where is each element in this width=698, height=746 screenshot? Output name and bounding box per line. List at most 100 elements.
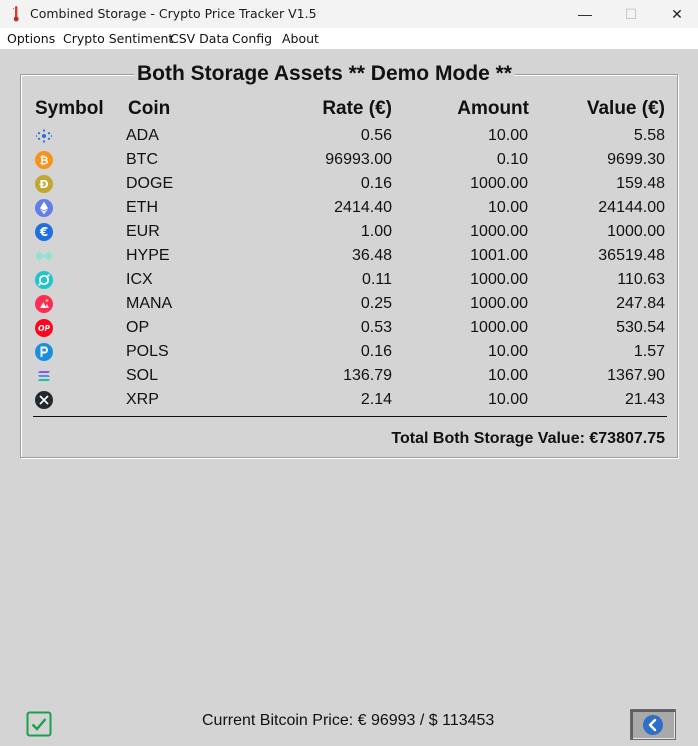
coin-value: 36519.48: [598, 247, 665, 264]
header-symbol: Symbol: [35, 98, 104, 119]
euro-icon: €: [35, 223, 53, 241]
maximize-icon: ☐: [624, 5, 638, 22]
coin-name: EUR: [126, 223, 160, 240]
table-row: ₿ BTC 96993.00 0.10 9699.30: [0, 148, 698, 172]
coin-value: 21.43: [624, 391, 665, 408]
coin-name: MANA: [126, 295, 173, 312]
coin-value: 159.48: [616, 175, 665, 192]
coin-amount: 1001.00: [470, 247, 528, 264]
coin-amount: 10.00: [487, 391, 528, 408]
coin-value: 24144.00: [598, 199, 665, 216]
coin-value: 247.84: [616, 295, 665, 312]
table-divider: [33, 416, 667, 417]
menu-crypto-sentiment[interactable]: Crypto Sentiment: [63, 31, 173, 46]
coin-rate: 36.48: [351, 247, 392, 264]
minimize-button[interactable]: —: [562, 0, 608, 28]
coin-rate: 0.11: [362, 271, 392, 288]
table-row: HYPE 36.48 1001.00 36519.48: [0, 244, 698, 268]
coin-value: 9699.30: [607, 151, 665, 168]
icon-icx-icon: [35, 271, 53, 289]
bitcoin-icon: ₿: [35, 151, 53, 169]
coin-value: 1000.00: [607, 223, 665, 240]
table-row: ADA 0.56 10.00 5.58: [0, 124, 698, 148]
title-bar: Combined Storage - Crypto Price Tracker …: [0, 0, 698, 28]
coin-amount: 1000.00: [470, 319, 528, 336]
frame-title: Both Storage Assets ** Demo Mode **: [134, 62, 515, 86]
maximize-button: ☐: [608, 0, 654, 28]
coin-rate: 0.25: [360, 295, 392, 312]
coin-name: ICX: [126, 271, 153, 288]
table-row: Đ DOGE 0.16 1000.00 159.48: [0, 172, 698, 196]
coin-value: 110.63: [617, 271, 665, 288]
coin-amount: 10.00: [487, 367, 528, 384]
bitcoin-price-status: Current Bitcoin Price: € 96993 / $ 11345…: [202, 712, 495, 729]
coin-name: DOGE: [126, 175, 174, 192]
close-icon: ✕: [671, 5, 683, 22]
coin-amount: 10.00: [487, 127, 528, 144]
ethereum-icon: [35, 199, 53, 217]
coin-rate: 136.79: [343, 367, 392, 384]
table-row: ETH 2414.40 10.00 24144.00: [0, 196, 698, 220]
cardano-icon: [35, 129, 53, 143]
optimism-icon: OP: [35, 319, 53, 337]
total-value: Total Both Storage Value: €73807.75: [391, 430, 665, 447]
table-row: POLS 0.16 10.00 1.57: [0, 340, 698, 364]
coin-name: OP: [126, 319, 150, 336]
menu-csv-data[interactable]: CSV Data: [170, 31, 229, 46]
coin-name: POLS: [126, 343, 169, 360]
back-button[interactable]: [630, 709, 676, 740]
coin-name: BTC: [126, 151, 158, 168]
close-button[interactable]: ✕: [654, 0, 698, 28]
checkbox-checked-icon[interactable]: [26, 711, 52, 737]
coin-rate: 2.14: [360, 391, 392, 408]
coin-value: 1367.90: [607, 367, 665, 384]
coin-name: XRP: [126, 391, 159, 408]
header-rate: Rate (€): [322, 98, 392, 119]
coin-rate: 1.00: [360, 223, 392, 240]
thermometer-app-icon: [13, 6, 19, 22]
coin-name: HYPE: [126, 247, 170, 264]
coin-value: 5.58: [633, 127, 665, 144]
menu-about[interactable]: About: [282, 31, 319, 46]
coin-name: ETH: [126, 199, 158, 216]
xrp-icon: [35, 391, 53, 409]
table-row: € EUR 1.00 1000.00 1000.00: [0, 220, 698, 244]
coin-amount: 10.00: [487, 343, 528, 360]
coin-rate: 0.53: [360, 319, 392, 336]
window-title: Combined Storage - Crypto Price Tracker …: [30, 6, 317, 21]
svg-text:€: €: [39, 225, 48, 239]
coin-amount: 1000.00: [470, 223, 528, 240]
coin-amount: 0.10: [496, 151, 528, 168]
header-amount: Amount: [457, 98, 529, 119]
coin-amount: 1000.00: [470, 295, 528, 312]
header-coin: Coin: [128, 98, 171, 119]
coin-value: 1.57: [633, 343, 665, 360]
menu-bar: Options Crypto Sentiment CSV Data Config…: [0, 28, 698, 49]
hyperliquid-icon: [36, 252, 52, 260]
coin-rate: 2414.40: [334, 199, 392, 216]
menu-config[interactable]: Config: [232, 31, 272, 46]
table-row: XRP 2.14 10.00 21.43: [0, 388, 698, 412]
coin-amount: 10.00: [487, 199, 528, 216]
coin-amount: 1000.00: [470, 271, 528, 288]
back-arrow-icon: [643, 714, 663, 735]
svg-text:₿: ₿: [40, 154, 49, 167]
menu-options[interactable]: Options: [7, 31, 55, 46]
minimize-icon: —: [578, 6, 592, 22]
coin-rate: 96993.00: [325, 151, 392, 168]
table-row: ICX 0.11 1000.00 110.63: [0, 268, 698, 292]
polkastarter-icon: [35, 343, 53, 361]
coin-rate: 0.16: [360, 343, 392, 360]
coin-amount: 1000.00: [470, 175, 528, 192]
coin-rate: 0.56: [360, 127, 392, 144]
table-row: OP OP 0.53 1000.00 530.54: [0, 316, 698, 340]
coin-name: SOL: [126, 367, 159, 384]
svg-text:Đ: Đ: [39, 178, 48, 191]
solana-icon: [38, 371, 50, 381]
table-row: MANA 0.25 1000.00 247.84: [0, 292, 698, 316]
dogecoin-icon: Đ: [35, 175, 53, 193]
header-value: Value (€): [586, 98, 665, 119]
coin-rate: 0.16: [360, 175, 392, 192]
decentraland-icon: [35, 295, 53, 313]
table-row: SOL 136.79 10.00 1367.90: [0, 364, 698, 388]
